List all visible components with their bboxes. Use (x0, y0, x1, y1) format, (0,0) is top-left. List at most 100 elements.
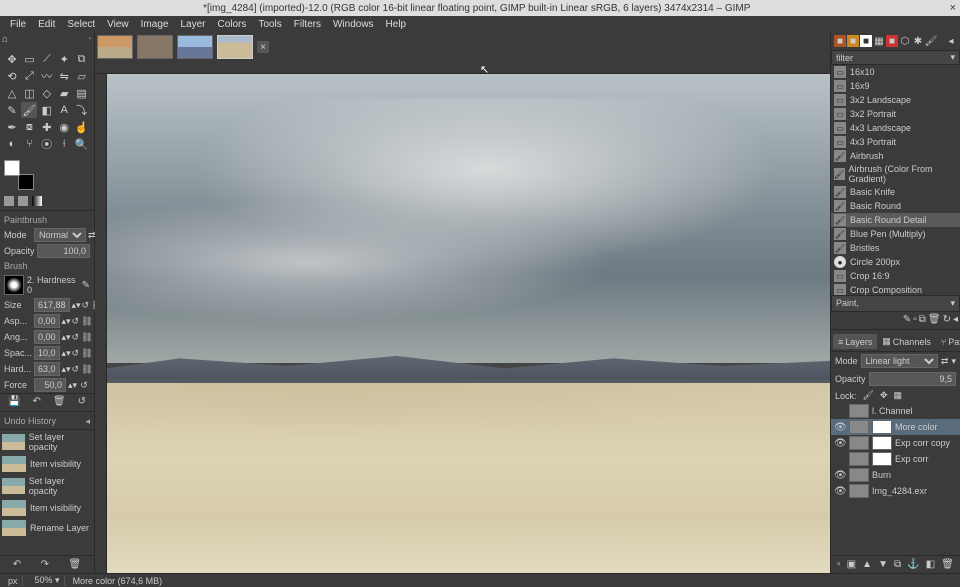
edit-icon[interactable]: ✎ (903, 314, 911, 325)
bg-color[interactable] (18, 174, 34, 190)
layer-mode-select[interactable]: Linear light (861, 354, 938, 368)
new-icon[interactable]: ▫ (913, 314, 917, 325)
tool-text[interactable]: A (56, 102, 72, 118)
tool-rotate[interactable]: ⟲ (4, 68, 20, 84)
image-tab-4[interactable] (217, 35, 253, 59)
brush-preset-item[interactable]: ●Circle 200px (831, 255, 960, 269)
visibility-icon[interactable]: 👁 (834, 438, 846, 449)
fg-color[interactable] (4, 160, 20, 176)
menu-colors[interactable]: Colors (211, 19, 252, 30)
layer-row[interactable]: 👁More color (831, 419, 960, 435)
dock-icon[interactable]: ■ (834, 35, 846, 47)
brush-preset-item[interactable]: ▭16x10 (831, 65, 960, 79)
dock-icon[interactable]: 🖌 (925, 35, 937, 47)
tool-flip[interactable]: ⇋ (56, 68, 72, 84)
layer-row[interactable]: Exp corr (831, 451, 960, 467)
brush-preset-item[interactable]: 🖌Airbrush (831, 149, 960, 163)
tool-handle[interactable]: ◇ (39, 85, 55, 101)
tool-smudge[interactable]: ☝ (74, 119, 90, 135)
brush-preset-item[interactable]: ▭Crop Composition (831, 283, 960, 295)
merge-layer-icon[interactable]: ⚓ (907, 559, 919, 570)
tool-ink[interactable]: ✒ (4, 119, 20, 135)
chevron-down-icon[interactable]: ▾ (950, 298, 955, 309)
layer-mask-thumbnail[interactable] (872, 420, 892, 434)
delete-preset-icon[interactable]: 🗑 (53, 396, 66, 407)
menu-filters[interactable]: Filters (288, 19, 327, 30)
delete-icon[interactable]: 🗑 (928, 314, 941, 325)
brush-preset-item[interactable]: ▭16x9 (831, 79, 960, 93)
chevron-down-icon[interactable]: ▾ (951, 356, 956, 367)
brush-preset-item[interactable]: 🖌Basic Knife (831, 185, 960, 199)
visibility-icon[interactable]: 👁 (834, 470, 846, 481)
tool-scale[interactable]: ⤢ (21, 68, 37, 84)
dock-menu-icon[interactable]: ◂ (945, 35, 957, 47)
tool-crop[interactable]: ⧉ (74, 51, 90, 67)
force-value[interactable]: 50,0 (34, 378, 66, 392)
undo-item[interactable]: Set layer opacity (0, 430, 94, 454)
brush-preset-item[interactable]: 🖌Basic Round (831, 199, 960, 213)
ruler-vertical[interactable] (95, 74, 107, 573)
tab-paths[interactable]: ⑂ Paths (936, 334, 960, 349)
dock-icon[interactable]: ✱ (912, 35, 924, 47)
tool-rect-select[interactable]: ▭ (21, 51, 37, 67)
menu-image[interactable]: Image (135, 19, 175, 30)
brush-preset-item[interactable]: 🖌Blue Pen (Multiply) (831, 227, 960, 241)
undo-item[interactable]: Item visibility (0, 498, 94, 518)
chevron-down-icon[interactable]: ▾ (950, 52, 955, 63)
tool-cage[interactable]: △ (4, 85, 20, 101)
tool-path[interactable]: ⑂ (21, 136, 37, 152)
hardness-value[interactable]: 63,0 (34, 362, 60, 376)
angle-value[interactable]: 0,00 (34, 330, 60, 344)
home-icon[interactable]: ⌂ (2, 34, 8, 45)
dock-menu-icon[interactable]: ◂ (85, 416, 90, 427)
lock-pixels-icon[interactable]: 🖌 (863, 390, 874, 401)
tool-move[interactable]: ✥ (4, 51, 20, 67)
dock-icon[interactable]: ■ (847, 35, 859, 47)
lower-layer-icon[interactable]: ▼ (878, 559, 888, 570)
mode-switch-icon[interactable]: ⇄ (941, 356, 949, 367)
pattern-indicator[interactable] (18, 196, 28, 206)
undo-item[interactable]: Set layer opacity (0, 474, 94, 498)
dock-icon[interactable]: ■ (860, 35, 872, 47)
layer-thumbnail[interactable] (849, 420, 869, 434)
layer-thumbnail[interactable] (849, 468, 869, 482)
dock-icon[interactable]: ⬡ (899, 35, 911, 47)
refresh-icon[interactable]: ↻ (943, 314, 951, 325)
menu-layer[interactable]: Layer (174, 19, 211, 30)
undo-item[interactable]: Rename Layer (0, 518, 94, 538)
raise-layer-icon[interactable]: ▲ (862, 559, 872, 570)
tab-layers[interactable]: ≡ Layers (833, 334, 877, 349)
layer-row[interactable]: 👁Exp corr copy (831, 435, 960, 451)
undo-item[interactable]: Item visibility (0, 454, 94, 474)
tool-heal[interactable]: ✚ (39, 119, 55, 135)
brush-preset-item[interactable]: 🖌Airbrush (Color From Gradient) (831, 163, 960, 185)
tool-measure[interactable]: ⟊ (56, 136, 72, 152)
tool-gradient[interactable]: ▤ (74, 85, 90, 101)
menu-select[interactable]: Select (61, 19, 101, 30)
ruler-horizontal[interactable] (95, 62, 830, 74)
aspect-value[interactable]: 0,00 (34, 314, 60, 328)
mask-layer-icon[interactable]: ◧ (926, 559, 935, 570)
restore-preset-icon[interactable]: ↶ (32, 396, 40, 407)
layer-thumbnail[interactable] (849, 404, 869, 418)
brush-preset-item[interactable]: ▭Crop 16:9 (831, 269, 960, 283)
tool-zoom[interactable]: 🔍 (74, 136, 90, 152)
image-tab-3[interactable] (177, 35, 213, 59)
layer-row[interactable]: 👁Burn (831, 467, 960, 483)
layer-thumbnail[interactable] (849, 436, 869, 450)
layer-thumbnail[interactable] (849, 484, 869, 498)
menu-tools[interactable]: Tools (252, 19, 287, 30)
brush-preset-item[interactable]: ▭3x2 Portrait (831, 107, 960, 121)
tool-airbrush[interactable]: ⤵ (74, 102, 90, 118)
tool-fuzzy-select[interactable]: ✦ (56, 51, 72, 67)
tool-free-select[interactable]: ⟋ (39, 51, 55, 67)
zoom-value[interactable]: 50% ▾ (31, 575, 65, 586)
menu-edit[interactable]: Edit (32, 19, 61, 30)
unit-select[interactable]: px (4, 576, 23, 586)
brush-preset-item[interactable]: ▭4x3 Landscape (831, 121, 960, 135)
tab-channels[interactable]: ▦ Channels (877, 334, 936, 349)
reset-icon[interactable]: ↺ (82, 300, 90, 311)
close-tab-icon[interactable]: × (257, 41, 269, 53)
size-value[interactable]: 617,88 (34, 298, 70, 312)
tool-dodge[interactable]: ◐ (4, 136, 20, 152)
